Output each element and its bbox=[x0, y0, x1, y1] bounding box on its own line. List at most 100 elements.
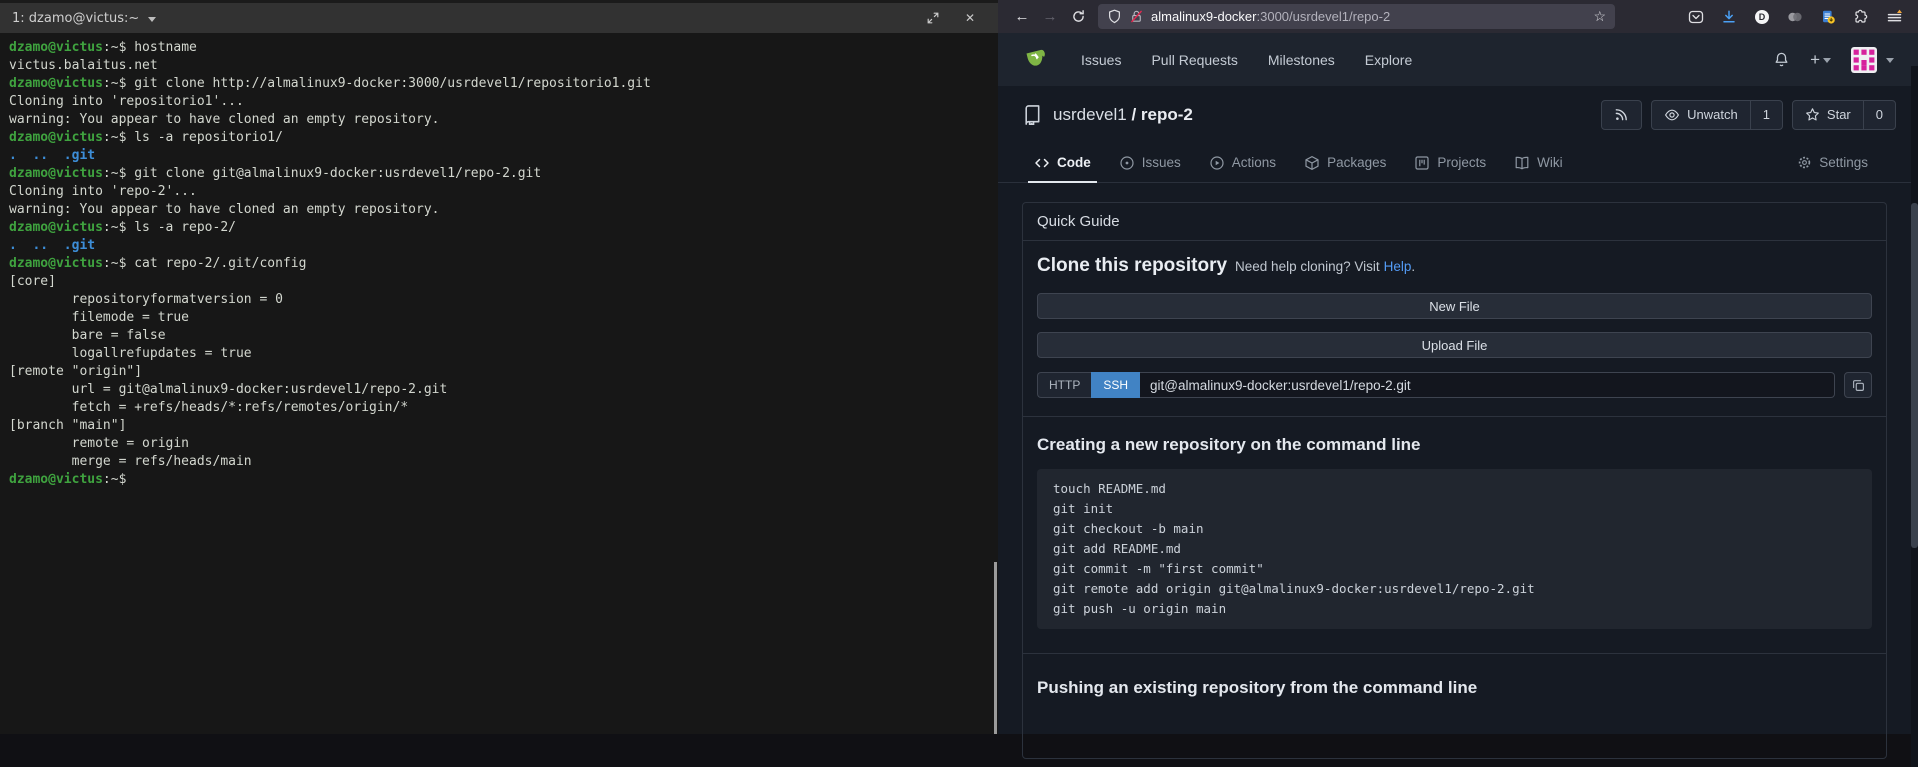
terminal-scrollbar[interactable] bbox=[994, 562, 997, 734]
close-window-button[interactable]: ✕ bbox=[962, 10, 978, 26]
clone-url-row: HTTP SSH git@almalinux9-docker:usrdevel1… bbox=[1037, 372, 1872, 398]
shield-icon[interactable] bbox=[1107, 9, 1122, 24]
terminal-line: repositoryformatversion = 0 bbox=[9, 291, 998, 309]
repo-owner-link[interactable]: usrdevel1 bbox=[1053, 105, 1127, 124]
insecure-lock-icon[interactable] bbox=[1129, 9, 1144, 24]
back-button[interactable]: ← bbox=[1008, 4, 1036, 30]
tab-projects-label: Projects bbox=[1437, 155, 1486, 170]
extension-d-icon[interactable]: D bbox=[1754, 9, 1770, 25]
eye-icon bbox=[1664, 107, 1680, 123]
chevron-down-icon[interactable] bbox=[148, 17, 156, 26]
code-line: git remote add origin git@almalinux9-doc… bbox=[1053, 579, 1856, 599]
terminal-line: dzamo@victus:~$ ls -a repositorio1/ bbox=[9, 129, 998, 147]
push-existing-section: Pushing an existing repository from the … bbox=[1023, 653, 1886, 758]
terminal-tab-title[interactable]: 1: dzamo@victus:~ bbox=[12, 11, 139, 26]
code-line: git add README.md bbox=[1053, 539, 1856, 559]
terminal-line: dzamo@victus:~$ git clone http://almalin… bbox=[9, 75, 998, 93]
extension-save-doc-icon[interactable] bbox=[1820, 9, 1836, 25]
extensions-puzzle-icon[interactable] bbox=[1853, 9, 1869, 25]
tab-projects[interactable]: Projects bbox=[1402, 143, 1498, 182]
terminal-line: [branch "main"] bbox=[9, 417, 998, 435]
plus-icon: + bbox=[1810, 50, 1820, 70]
gitea-navbar: Issues Pull Requests Milestones Explore … bbox=[998, 33, 1918, 86]
chevron-down-icon bbox=[1886, 58, 1894, 67]
downloads-icon[interactable] bbox=[1721, 9, 1737, 25]
terminal-line: dzamo@victus:~$ git clone git@almalinux9… bbox=[9, 165, 998, 183]
terminal-line: dzamo@victus:~$ cat repo-2/.git/config bbox=[9, 255, 998, 273]
nav-item-pull-requests[interactable]: Pull Requests bbox=[1151, 52, 1237, 68]
clone-help-text: Need help cloning? VisitHelp. bbox=[1235, 259, 1415, 274]
repository-icon bbox=[1022, 104, 1043, 125]
code-line: git init bbox=[1053, 499, 1856, 519]
forward-button[interactable]: → bbox=[1036, 4, 1064, 30]
tab-code-label: Code bbox=[1057, 155, 1091, 170]
clone-url-input[interactable]: git@almalinux9-docker:usrdevel1/repo-2.g… bbox=[1140, 372, 1835, 398]
browser-toolbar: ← → almalinux9-docker:3000/usrdevel1/rep… bbox=[998, 0, 1918, 33]
terminal-output[interactable]: dzamo@victus:~$ hostnamevictus.balaitus.… bbox=[0, 33, 998, 489]
push-existing-heading: Pushing an existing repository from the … bbox=[1037, 678, 1872, 698]
url-text[interactable]: almalinux9-docker:3000/usrdevel1/repo-2 bbox=[1151, 9, 1390, 24]
browser-window: ← → almalinux9-docker:3000/usrdevel1/rep… bbox=[998, 0, 1918, 734]
star-button-group: Star 0 bbox=[1792, 100, 1896, 130]
rss-feed-button[interactable] bbox=[1601, 100, 1642, 130]
terminal-line: fetch = +refs/heads/*:refs/remotes/origi… bbox=[9, 399, 998, 417]
help-link[interactable]: Help bbox=[1384, 259, 1412, 274]
nav-item-milestones[interactable]: Milestones bbox=[1268, 52, 1335, 68]
tab-packages[interactable]: Packages bbox=[1292, 143, 1398, 182]
terminal-line: . .. .git bbox=[9, 147, 998, 165]
terminal-line: [remote "origin"] bbox=[9, 363, 998, 381]
watch-button-group: Unwatch 1 bbox=[1651, 100, 1783, 130]
unwatch-button[interactable]: Unwatch bbox=[1652, 101, 1750, 129]
code-line: git push -u origin main bbox=[1053, 599, 1856, 619]
star-button[interactable]: Star bbox=[1793, 101, 1863, 129]
tab-packages-label: Packages bbox=[1327, 155, 1386, 170]
terminal-line: Cloning into 'repo-2'... bbox=[9, 183, 998, 201]
restore-window-button[interactable] bbox=[925, 10, 941, 26]
terminal-line: remote = origin bbox=[9, 435, 998, 453]
bookmark-star-icon[interactable]: ☆ bbox=[1593, 8, 1606, 25]
app-menu-icon[interactable] bbox=[1886, 9, 1903, 25]
page-scrollbar[interactable] bbox=[1911, 66, 1918, 767]
star-label: Star bbox=[1827, 107, 1851, 122]
tab-wiki-label: Wiki bbox=[1537, 155, 1563, 170]
stars-count[interactable]: 0 bbox=[1863, 101, 1895, 129]
repo-tabs: Code Issues Actions Packages bbox=[998, 143, 1918, 183]
user-menu[interactable] bbox=[1851, 47, 1894, 73]
terminal-window: 1: dzamo@victus:~ ✕ dzamo@victus:~$ host… bbox=[0, 0, 998, 734]
create-repo-section: Creating a new repository on the command… bbox=[1023, 416, 1886, 653]
notifications-bell-icon[interactable] bbox=[1773, 51, 1790, 68]
new-file-button[interactable]: New File bbox=[1037, 293, 1872, 319]
tab-settings[interactable]: Settings bbox=[1785, 143, 1880, 182]
extension-circles-icon[interactable] bbox=[1787, 9, 1803, 25]
page-scrollbar-thumb[interactable] bbox=[1911, 203, 1918, 548]
tab-issues[interactable]: Issues bbox=[1107, 143, 1193, 182]
quick-guide-header: Quick Guide bbox=[1023, 203, 1886, 241]
copy-icon bbox=[1851, 378, 1866, 393]
terminal-line: url = git@almalinux9-docker:usrdevel1/re… bbox=[9, 381, 998, 399]
gitea-logo[interactable] bbox=[1022, 44, 1049, 76]
create-new-button[interactable]: + bbox=[1810, 50, 1831, 70]
clone-help-suffix: . bbox=[1411, 259, 1415, 274]
nav-item-explore[interactable]: Explore bbox=[1365, 52, 1412, 68]
pocket-icon[interactable] bbox=[1688, 9, 1704, 25]
reload-button[interactable] bbox=[1064, 4, 1092, 30]
tab-wiki[interactable]: Wiki bbox=[1502, 143, 1575, 182]
repo-name-link[interactable]: repo-2 bbox=[1141, 105, 1193, 124]
nav-item-issues[interactable]: Issues bbox=[1081, 52, 1121, 68]
ssh-protocol-button[interactable]: SSH bbox=[1091, 372, 1140, 398]
terminal-line: filemode = true bbox=[9, 309, 998, 327]
tab-code[interactable]: Code bbox=[1022, 143, 1103, 182]
repo-content: Quick Guide Clone this repository Need h… bbox=[998, 183, 1918, 759]
copy-url-button[interactable] bbox=[1844, 372, 1872, 398]
url-bar[interactable]: almalinux9-docker:3000/usrdevel1/repo-2 … bbox=[1098, 4, 1615, 29]
http-protocol-button[interactable]: HTTP bbox=[1037, 372, 1091, 398]
terminal-line: [core] bbox=[9, 273, 998, 291]
upload-file-button[interactable]: Upload File bbox=[1037, 332, 1872, 358]
url-host: almalinux9-docker bbox=[1151, 9, 1257, 24]
watchers-count[interactable]: 1 bbox=[1750, 101, 1782, 129]
unwatch-label: Unwatch bbox=[1687, 107, 1738, 122]
tab-actions-label: Actions bbox=[1232, 155, 1276, 170]
tab-actions[interactable]: Actions bbox=[1197, 143, 1288, 182]
clone-heading: Clone this repository bbox=[1037, 255, 1227, 277]
code-line: touch README.md bbox=[1053, 479, 1856, 499]
